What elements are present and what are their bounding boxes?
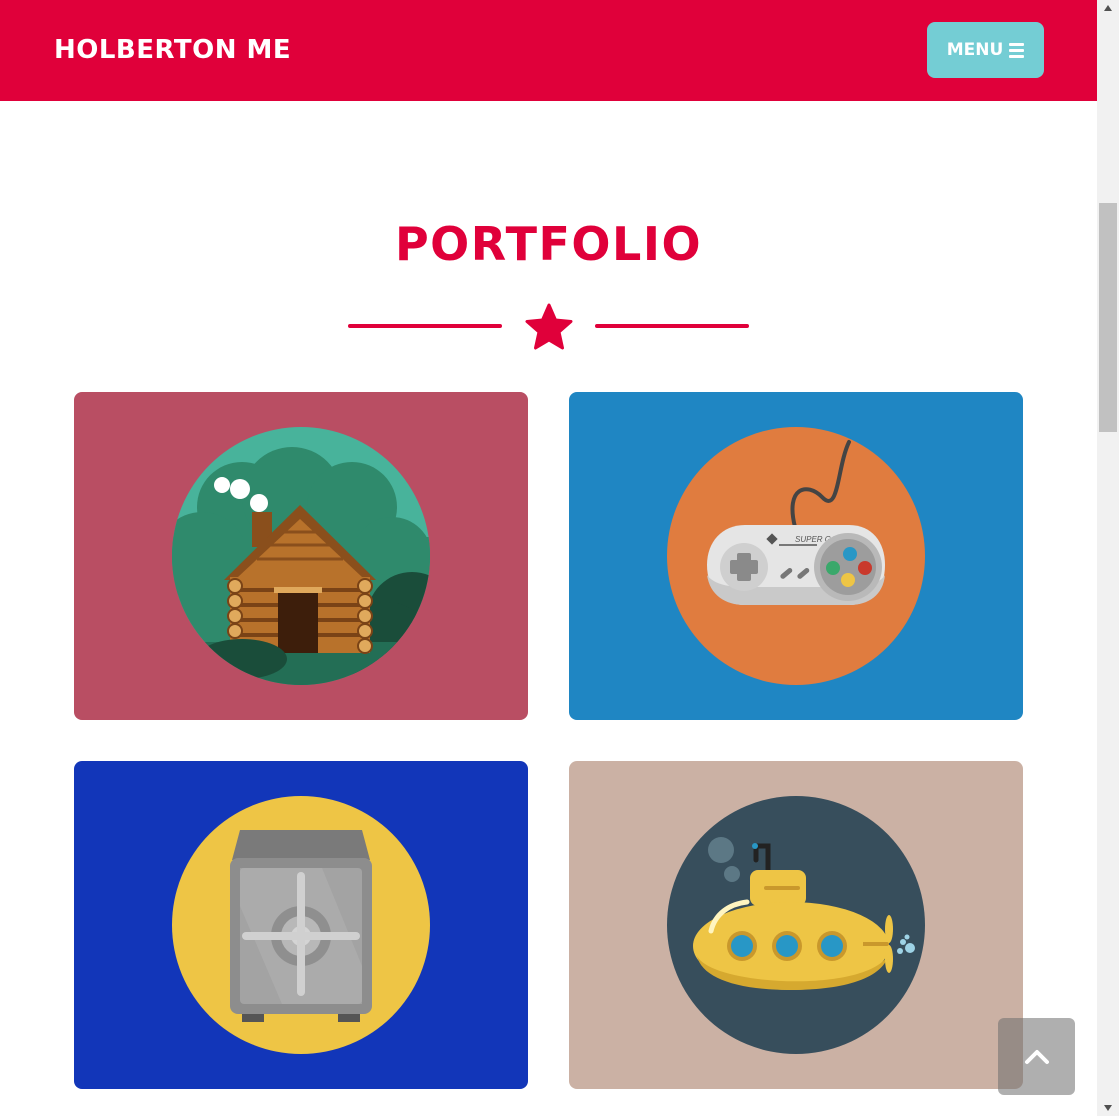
vertical-scrollbar[interactable] — [1097, 0, 1119, 1116]
brand-link[interactable]: HOLBERTON ME — [54, 33, 291, 67]
section-title: PORTFOLIO — [394, 217, 703, 271]
scroll-down-arrow-icon[interactable] — [1097, 1100, 1119, 1116]
safe-icon — [172, 796, 430, 1054]
scrollbar-thumb[interactable] — [1099, 203, 1117, 432]
portfolio-item-submarine[interactable] — [569, 761, 1023, 1089]
bars-icon — [1009, 42, 1025, 58]
submarine-icon — [667, 796, 925, 1054]
menu-button[interactable]: MENU — [927, 22, 1044, 78]
star-icon — [525, 303, 573, 350]
menu-label: MENU — [946, 40, 1004, 60]
navbar: HOLBERTON ME MENU — [0, 0, 1097, 101]
divider-line-right — [595, 324, 749, 328]
portfolio-item-safe[interactable] — [74, 761, 528, 1089]
portfolio-item-game[interactable]: SUPER GAME — [569, 392, 1023, 720]
game-controller-icon: SUPER GAME — [667, 427, 925, 685]
scroll-up-arrow-icon[interactable] — [1097, 0, 1119, 16]
portfolio-item-cabin[interactable] — [74, 392, 528, 720]
cabin-icon — [172, 427, 430, 685]
chevron-up-icon — [1024, 1049, 1049, 1064]
title-divider — [348, 300, 750, 352]
page: HOLBERTON ME MENU PORTFOLIO SUPER GAME — [0, 0, 1097, 1116]
back-to-top-button[interactable] — [998, 1018, 1075, 1095]
divider-line-left — [348, 324, 502, 328]
